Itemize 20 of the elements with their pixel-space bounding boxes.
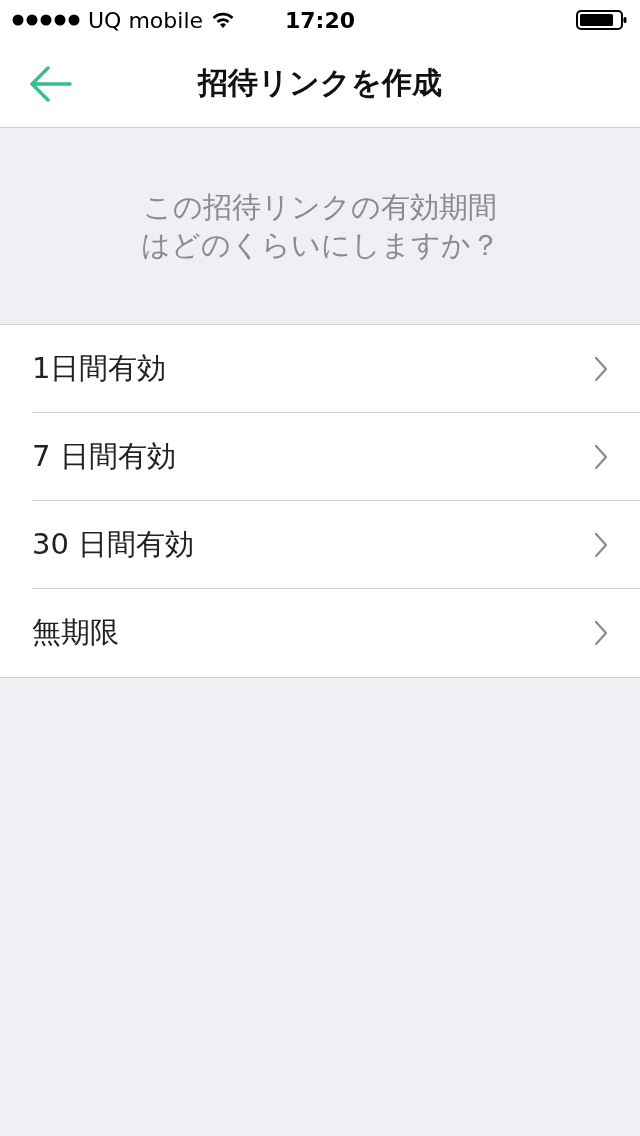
option-label: 7 日間有効 [32, 437, 176, 475]
back-arrow-icon [28, 66, 72, 102]
screen-title: 招待リンクを作成 [198, 64, 442, 102]
signal-icon [12, 14, 80, 26]
option-row[interactable]: 7 日間有効 [32, 413, 640, 501]
battery-icon [576, 10, 628, 30]
option-row[interactable]: 30 日間有効 [32, 501, 640, 589]
option-row[interactable]: 無期限 [32, 589, 640, 677]
option-label: 30 日間有効 [32, 525, 195, 563]
option-label: 1日間有効 [32, 349, 167, 387]
option-label: 無期限 [32, 614, 119, 651]
chevron-right-icon [594, 443, 608, 470]
carrier-name: UQ mobile [88, 7, 204, 33]
chevron-right-icon [594, 531, 608, 558]
chevron-right-icon [594, 620, 608, 646]
wifi-icon [211, 11, 236, 29]
option-row[interactable]: 1日間有効 [32, 325, 640, 413]
question-text: この招待リンクの有効期間はどのくらいにしますか？ [139, 189, 501, 264]
chevron-right-icon [594, 355, 608, 382]
clock-time: 17:20 [285, 7, 355, 33]
